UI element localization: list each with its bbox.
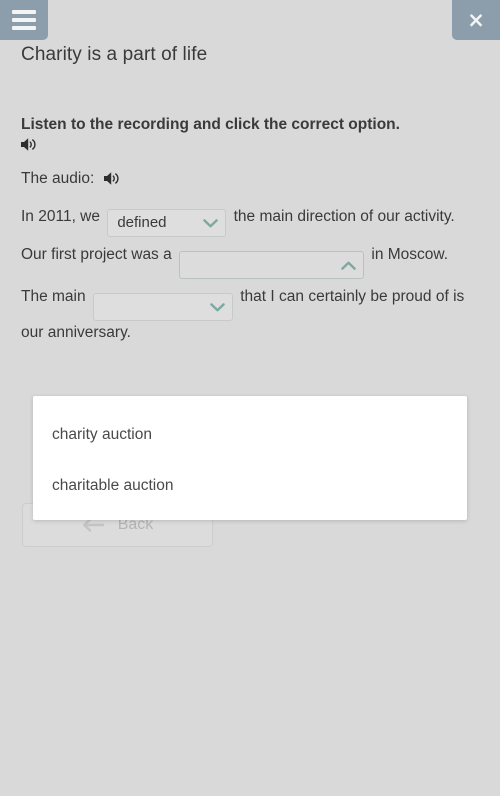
- page-title: Charity is a part of life: [21, 44, 208, 65]
- menu-button[interactable]: [0, 0, 48, 40]
- select-verb-value: defined: [117, 214, 167, 232]
- sentence-3-before: The main: [21, 288, 86, 306]
- sentence-2-before: Our first project was a: [21, 246, 172, 264]
- close-icon: ×: [467, 7, 485, 32]
- audio-line: The audio:: [21, 167, 473, 191]
- task-instruction: Listen to the recording and click the co…: [21, 116, 400, 133]
- sentence-3-after: that I can certainly be proud of is our …: [21, 288, 465, 342]
- close-button[interactable]: ×: [452, 0, 500, 40]
- speaker-icon-glyph: [103, 172, 119, 186]
- chevron-down-icon: [210, 302, 225, 312]
- select-verb[interactable]: defined: [107, 209, 227, 238]
- hamburger-menu-icon: [12, 10, 36, 30]
- sentence-1-before: In 2011, we: [21, 208, 100, 226]
- sentence-2: Our first project was a in Moscow.: [21, 243, 473, 280]
- sentence-2-after: in Moscow.: [371, 246, 449, 264]
- select-event[interactable]: [179, 251, 365, 280]
- list-item[interactable]: charity auction: [33, 418, 467, 451]
- arrow-left-icon: [82, 518, 104, 532]
- list-item[interactable]: charitable auction: [33, 469, 467, 502]
- dropdown-options-panel: charity auction charitable auction: [33, 396, 467, 520]
- header-bar: ×: [0, 0, 500, 40]
- instruction-audio-row: [21, 137, 473, 153]
- select-noun[interactable]: [92, 293, 233, 322]
- sentence-3: The main that I can certainly be proud o…: [21, 285, 473, 345]
- speaker-icon[interactable]: [103, 171, 121, 186]
- chevron-up-icon: [341, 261, 356, 270]
- audio-label: The audio:: [21, 170, 95, 188]
- exercise-body: Listen to the recording and click the co…: [21, 114, 473, 351]
- sentence-1-after: the main direction of our activity.: [233, 208, 455, 226]
- speaker-icon[interactable]: [21, 137, 38, 152]
- sentence-1: In 2011, we defined the main direction o…: [21, 205, 473, 238]
- speaker-icon-glyph: [21, 138, 36, 152]
- chevron-down-icon: [203, 218, 219, 228]
